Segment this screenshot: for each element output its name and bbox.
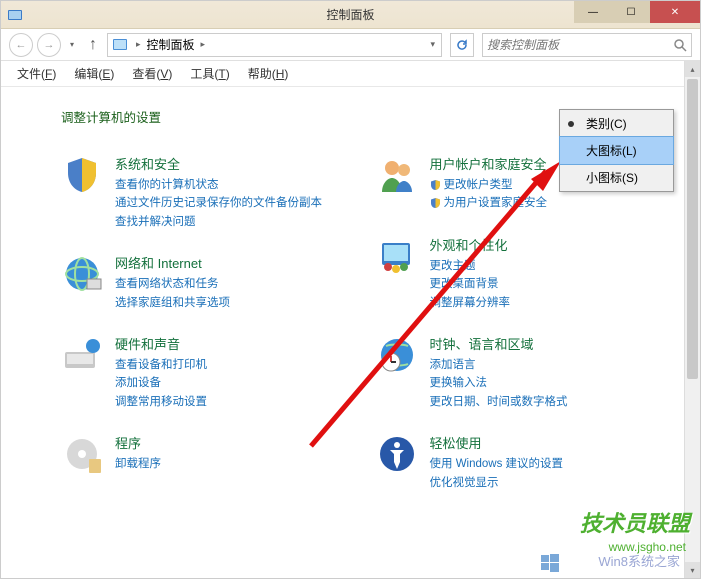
category-link[interactable]: 查找并解决问题 bbox=[115, 213, 346, 231]
category-item: 网络和 Internet 查看网络状态和任务选择家庭组和共享选项 bbox=[61, 253, 346, 312]
categories-grid: 系统和安全查看你的计算机状态通过文件历史记录保存你的文件备份副本查找并解决问题网… bbox=[61, 154, 660, 492]
maximize-button[interactable]: ☐ bbox=[612, 1, 650, 23]
search-icon bbox=[673, 38, 687, 52]
category-item: 轻松使用使用 Windows 建议的设置优化视觉显示 bbox=[376, 433, 661, 492]
category-title[interactable]: 时钟、语言和区域 bbox=[430, 334, 661, 353]
dropdown-item[interactable]: 小图标(S) bbox=[560, 164, 673, 191]
category-title[interactable]: 网络和 Internet bbox=[115, 253, 346, 272]
category-link[interactable]: 通过文件历史记录保存你的文件备份副本 bbox=[115, 194, 346, 212]
scrollbar-up[interactable]: ▴ bbox=[685, 61, 700, 77]
title-bar: 控制面板 — ☐ ✕ bbox=[1, 1, 700, 29]
category-link[interactable]: 添加设备 bbox=[115, 374, 346, 392]
adjust-settings-title: 调整计算机的设置 bbox=[61, 107, 161, 126]
view-by-menu: 类别(C)大图标(L)小图标(S) bbox=[559, 109, 674, 192]
refresh-icon bbox=[456, 39, 468, 51]
category-body: 程序卸载程序 bbox=[115, 433, 346, 475]
menu-bar: 文件(F)编辑(E)查看(V)工具(T)帮助(H) bbox=[1, 61, 700, 87]
category-link[interactable]: 查看网络状态和任务 bbox=[115, 275, 346, 293]
category-icon[interactable] bbox=[61, 253, 103, 295]
category-icon[interactable] bbox=[61, 334, 103, 376]
menu-查看[interactable]: 查看(V) bbox=[124, 62, 180, 85]
category-title[interactable]: 轻松使用 bbox=[430, 433, 661, 452]
category-link[interactable]: 查看你的计算机状态 bbox=[115, 176, 346, 194]
breadcrumb-item[interactable]: 控制面板 bbox=[143, 36, 199, 53]
categories-col-right: 用户帐户和家庭安全更改帐户类型为用户设置家庭安全外观和个性化更改主题更改桌面背景… bbox=[376, 154, 661, 492]
close-button[interactable]: ✕ bbox=[650, 1, 700, 23]
category-body: 外观和个性化更改主题更改桌面背景调整屏幕分辨率 bbox=[430, 235, 661, 312]
category-item: 硬件和声音查看设备和打印机添加设备调整常用移动设置 bbox=[61, 334, 346, 411]
navigation-bar: ← → ▾ ↑ ▸ 控制面板 ▸ ▾ bbox=[1, 29, 700, 61]
category-icon[interactable] bbox=[376, 154, 418, 196]
category-icon[interactable] bbox=[376, 433, 418, 475]
category-title[interactable]: 程序 bbox=[115, 433, 346, 452]
category-body: 系统和安全查看你的计算机状态通过文件历史记录保存你的文件备份副本查找并解决问题 bbox=[115, 154, 346, 231]
windows-flag-icon bbox=[540, 553, 560, 573]
control-panel-bc-icon bbox=[112, 37, 130, 53]
category-link[interactable]: 添加语言 bbox=[430, 356, 661, 374]
category-link[interactable]: 优化视觉显示 bbox=[430, 474, 661, 492]
category-item: 程序卸载程序 bbox=[61, 433, 346, 475]
category-link[interactable]: 使用 Windows 建议的设置 bbox=[430, 455, 661, 473]
category-body: 轻松使用使用 Windows 建议的设置优化视觉显示 bbox=[430, 433, 661, 492]
menu-帮助[interactable]: 帮助(H) bbox=[240, 62, 297, 85]
minimize-button[interactable]: — bbox=[574, 1, 612, 23]
watermark-text: 技术员联盟 bbox=[580, 506, 690, 538]
category-body: 网络和 Internet 查看网络状态和任务选择家庭组和共享选项 bbox=[115, 253, 346, 312]
menu-编辑[interactable]: 编辑(E) bbox=[66, 62, 122, 85]
breadcrumb-chevron[interactable]: ▸ bbox=[199, 39, 208, 50]
content-area: 调整计算机的设置 查看方式: 类别 ▾ 类别(C)大图标(L)小图标(S) 系统… bbox=[1, 87, 700, 512]
category-link[interactable]: 为用户设置家庭安全 bbox=[430, 194, 661, 212]
history-dropdown[interactable]: ▾ bbox=[65, 40, 79, 49]
category-item: 外观和个性化更改主题更改桌面背景调整屏幕分辨率 bbox=[376, 235, 661, 312]
category-link[interactable]: 卸载程序 bbox=[115, 455, 346, 473]
address-bar[interactable]: ▸ 控制面板 ▸ ▾ bbox=[107, 33, 442, 57]
breadcrumb-chevron[interactable]: ▸ bbox=[134, 39, 143, 50]
window-title: 控制面板 bbox=[326, 6, 374, 23]
back-button[interactable]: ← bbox=[9, 33, 33, 57]
menu-工具[interactable]: 工具(T) bbox=[182, 62, 237, 85]
category-link[interactable]: 查看设备和打印机 bbox=[115, 356, 346, 374]
dropdown-item[interactable]: 大图标(L) bbox=[559, 136, 674, 165]
category-icon[interactable] bbox=[61, 433, 103, 475]
window-controls: — ☐ ✕ bbox=[574, 1, 700, 23]
scrollbar-down[interactable]: ▾ bbox=[685, 562, 700, 578]
dropdown-item[interactable]: 类别(C) bbox=[560, 110, 673, 137]
category-link[interactable]: 更改桌面背景 bbox=[430, 275, 661, 293]
refresh-button[interactable] bbox=[450, 33, 474, 57]
category-link[interactable]: 选择家庭组和共享选项 bbox=[115, 294, 346, 312]
vertical-scrollbar[interactable]: ▴ ▾ bbox=[684, 61, 700, 578]
category-body: 时钟、语言和区域添加语言更换输入法更改日期、时间或数字格式 bbox=[430, 334, 661, 411]
category-link[interactable]: 更改主题 bbox=[430, 257, 661, 275]
category-link[interactable]: 调整常用移动设置 bbox=[115, 393, 346, 411]
scrollbar-thumb[interactable] bbox=[687, 79, 698, 379]
category-title[interactable]: 外观和个性化 bbox=[430, 235, 661, 254]
up-button[interactable]: ↑ bbox=[83, 35, 103, 55]
search-box[interactable] bbox=[482, 33, 692, 57]
category-link[interactable]: 更改日期、时间或数字格式 bbox=[430, 393, 661, 411]
menu-文件[interactable]: 文件(F) bbox=[9, 62, 64, 85]
address-dropdown[interactable]: ▾ bbox=[428, 39, 437, 50]
watermark-credit: Win8系统之家 bbox=[598, 551, 680, 570]
search-input[interactable] bbox=[487, 38, 673, 52]
categories-col-left: 系统和安全查看你的计算机状态通过文件历史记录保存你的文件备份副本查找并解决问题网… bbox=[61, 154, 346, 492]
control-panel-icon bbox=[7, 7, 23, 23]
category-title[interactable]: 系统和安全 bbox=[115, 154, 346, 173]
category-icon[interactable] bbox=[376, 334, 418, 376]
category-link[interactable]: 调整屏幕分辨率 bbox=[430, 294, 661, 312]
category-item: 系统和安全查看你的计算机状态通过文件历史记录保存你的文件备份副本查找并解决问题 bbox=[61, 154, 346, 231]
category-icon[interactable] bbox=[376, 235, 418, 277]
forward-button[interactable]: → bbox=[37, 33, 61, 57]
category-item: 时钟、语言和区域添加语言更换输入法更改日期、时间或数字格式 bbox=[376, 334, 661, 411]
category-link[interactable]: 更换输入法 bbox=[430, 374, 661, 392]
category-body: 硬件和声音查看设备和打印机添加设备调整常用移动设置 bbox=[115, 334, 346, 411]
category-title[interactable]: 硬件和声音 bbox=[115, 334, 346, 353]
category-icon[interactable] bbox=[61, 154, 103, 196]
